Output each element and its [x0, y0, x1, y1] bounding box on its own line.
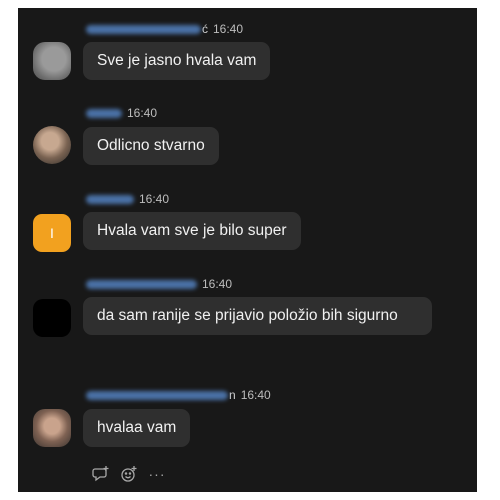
- message-bubble[interactable]: Sve je jasno hvala vam: [83, 42, 271, 80]
- sender-name-tail: n: [229, 388, 236, 402]
- add-reaction-icon[interactable]: [119, 464, 139, 484]
- sender-name-redacted: [86, 194, 134, 204]
- message-bubble[interactable]: Odlicno stvarno: [83, 127, 219, 165]
- message-meta: n 16:40: [86, 387, 271, 403]
- message-bubble[interactable]: da sam ranije se prijavio položio bih si…: [83, 297, 432, 335]
- sender-name-redacted: [86, 279, 197, 289]
- more-options-icon[interactable]: ···: [147, 464, 167, 484]
- message-time: 16:40: [202, 277, 233, 291]
- message-text: da sam ranije se prijavio položio bih si…: [97, 307, 398, 324]
- reply-icon[interactable]: [91, 464, 111, 484]
- message-bubble[interactable]: hvalaa vam: [83, 409, 191, 447]
- sender-name-redacted: [86, 390, 228, 400]
- message-text: Hvala vam sve je bilo super: [97, 222, 287, 239]
- sender-name-redacted: [86, 108, 122, 118]
- avatar[interactable]: [33, 42, 71, 80]
- more-label: ···: [148, 466, 166, 482]
- message-time: 16:40: [213, 22, 244, 36]
- avatar[interactable]: [33, 126, 71, 164]
- sender-name-tail: ć: [202, 22, 208, 36]
- avatar-initial: I: [50, 225, 54, 241]
- message-meta: ć 16:40: [86, 21, 243, 37]
- avatar[interactable]: [33, 299, 71, 337]
- avatar[interactable]: I: [33, 214, 71, 252]
- message-bubble[interactable]: Hvala vam sve je bilo super: [83, 212, 301, 250]
- message-text: Odlicno stvarno: [97, 137, 205, 154]
- message-text: hvalaa vam: [97, 419, 177, 436]
- avatar[interactable]: [33, 409, 71, 447]
- sender-name-redacted: [86, 24, 201, 34]
- message-actions: ···: [91, 464, 167, 484]
- chat-window: ć 16:40 Sve je jasno hvala vam 16:40 Odl…: [18, 8, 477, 492]
- message-time: 16:40: [240, 388, 271, 402]
- message-time: 16:40: [139, 192, 170, 206]
- message-meta: 16:40: [86, 276, 232, 292]
- message-meta: 16:40: [86, 105, 157, 121]
- message-meta: 16:40: [86, 191, 169, 207]
- message-time: 16:40: [127, 106, 158, 120]
- message-text: Sve je jasno hvala vam: [97, 52, 257, 69]
